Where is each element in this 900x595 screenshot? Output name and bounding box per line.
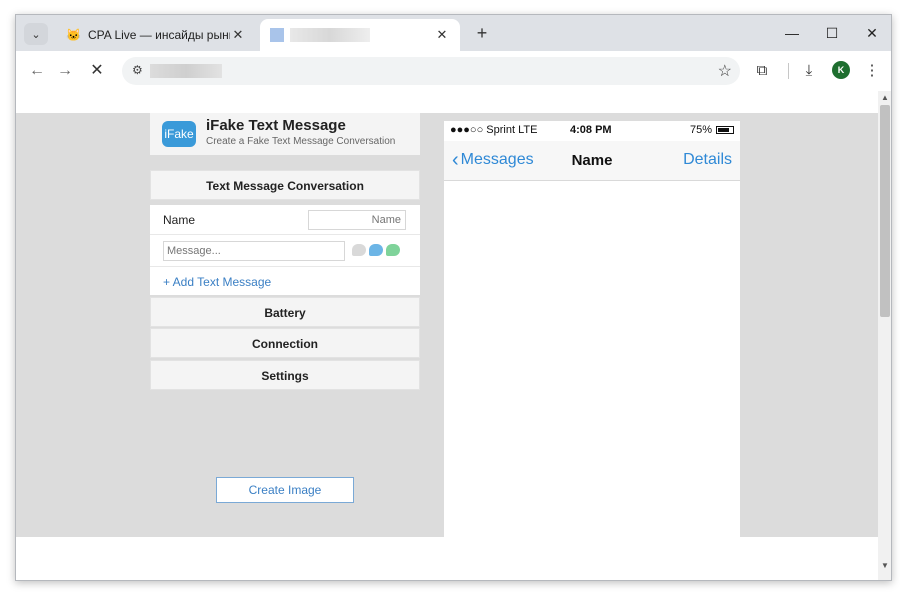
name-input[interactable] bbox=[308, 210, 406, 230]
back-arrow-icon[interactable]: ← bbox=[24, 59, 50, 83]
tab-active[interactable]: ✕ bbox=[260, 19, 460, 51]
bookmark-star-icon[interactable]: ☆ bbox=[718, 61, 732, 81]
url-blurred bbox=[150, 64, 222, 78]
page-icon bbox=[270, 28, 284, 42]
phone-nav-bar: ‹ Messages Name Details bbox=[444, 141, 740, 181]
battery-icon bbox=[716, 126, 734, 134]
browser-window: ⌄ 🐱 CPA Live — инсайды рынка ✕ ✕ + — ☐ ✕… bbox=[15, 14, 892, 581]
green-bubble-icon[interactable] bbox=[386, 244, 400, 256]
app-subtitle: Create a Fake Text Message Conversation bbox=[206, 136, 396, 147]
create-image-button[interactable]: Create Image bbox=[216, 477, 354, 503]
minimize-icon[interactable]: — bbox=[772, 21, 812, 45]
app-logo: iFake bbox=[162, 121, 196, 147]
section-settings[interactable]: Settings bbox=[150, 360, 420, 390]
section-battery[interactable]: Battery bbox=[150, 297, 420, 327]
close-icon[interactable]: ✕ bbox=[230, 27, 246, 43]
message-row bbox=[150, 235, 420, 267]
page-viewport: iFake iFake Text Message Create a Fake T… bbox=[16, 91, 878, 580]
extensions-puzzle-icon[interactable]: ⧉ bbox=[750, 59, 774, 83]
tab-strip: ⌄ 🐱 CPA Live — инсайды рынка ✕ ✕ + — ☐ ✕ bbox=[16, 15, 891, 51]
blue-bubble-icon[interactable] bbox=[369, 244, 383, 256]
conversation-form: Name + Add Text Message bbox=[150, 205, 420, 295]
download-icon[interactable]: ⤓ bbox=[797, 59, 821, 83]
address-bar[interactable]: ⚙ ☆ bbox=[122, 57, 740, 85]
tab-title-blurred bbox=[290, 28, 370, 42]
maximize-icon[interactable]: ☐ bbox=[812, 21, 852, 45]
page-scrollbar[interactable]: ▲ ▼ bbox=[878, 91, 891, 580]
carrier-signal: ●●●○○ Sprint LTE bbox=[450, 124, 538, 136]
phone-status-bar: ●●●○○ Sprint LTE 4:08 PM 75% bbox=[444, 121, 740, 141]
tab-title: CPA Live — инсайды рынка bbox=[88, 28, 230, 42]
message-input[interactable] bbox=[163, 241, 345, 261]
menu-kebab-icon[interactable]: ⋮ bbox=[860, 59, 884, 83]
gray-bubble-icon[interactable] bbox=[352, 244, 366, 256]
section-text-message-conversation[interactable]: Text Message Conversation bbox=[150, 170, 420, 200]
new-tab-plus-icon[interactable]: + bbox=[470, 22, 494, 44]
close-icon[interactable]: ✕ bbox=[434, 27, 450, 43]
battery-percent: 75% bbox=[689, 124, 712, 136]
tab-cpa-live[interactable]: 🐱 CPA Live — инсайды рынка ✕ bbox=[56, 19, 256, 51]
cat-icon: 🐱 bbox=[66, 28, 81, 42]
name-row: Name bbox=[150, 205, 420, 235]
scroll-down-arrow-icon[interactable]: ▼ bbox=[878, 559, 891, 573]
browser-toolbar: ← → ✕ ⚙ ☆ ⧉ ⤓ K ⋮ bbox=[16, 51, 891, 91]
scroll-up-arrow-icon[interactable]: ▲ bbox=[878, 91, 891, 105]
name-label: Name bbox=[163, 213, 196, 227]
app-title: iFake Text Message bbox=[206, 117, 346, 134]
stop-loading-icon[interactable]: ✕ bbox=[84, 59, 110, 83]
phone-preview: ●●●○○ Sprint LTE 4:08 PM 75% ‹ Messages N… bbox=[444, 121, 740, 537]
toolbar-divider bbox=[788, 63, 789, 79]
tab-search-chevron-icon[interactable]: ⌄ bbox=[24, 23, 48, 45]
window-close-icon[interactable]: ✕ bbox=[852, 21, 891, 45]
add-text-message-link[interactable]: + Add Text Message bbox=[163, 275, 271, 289]
details-button: Details bbox=[683, 151, 732, 168]
forward-arrow-icon[interactable]: → bbox=[52, 59, 78, 83]
profile-avatar[interactable]: K bbox=[832, 61, 850, 79]
phone-time: 4:08 PM bbox=[570, 124, 612, 136]
app-header: iFake iFake Text Message Create a Fake T… bbox=[150, 113, 420, 155]
scroll-thumb[interactable] bbox=[880, 105, 890, 317]
page-background: iFake iFake Text Message Create a Fake T… bbox=[16, 113, 878, 537]
section-connection[interactable]: Connection bbox=[150, 328, 420, 358]
site-settings-icon[interactable]: ⚙ bbox=[132, 63, 143, 77]
